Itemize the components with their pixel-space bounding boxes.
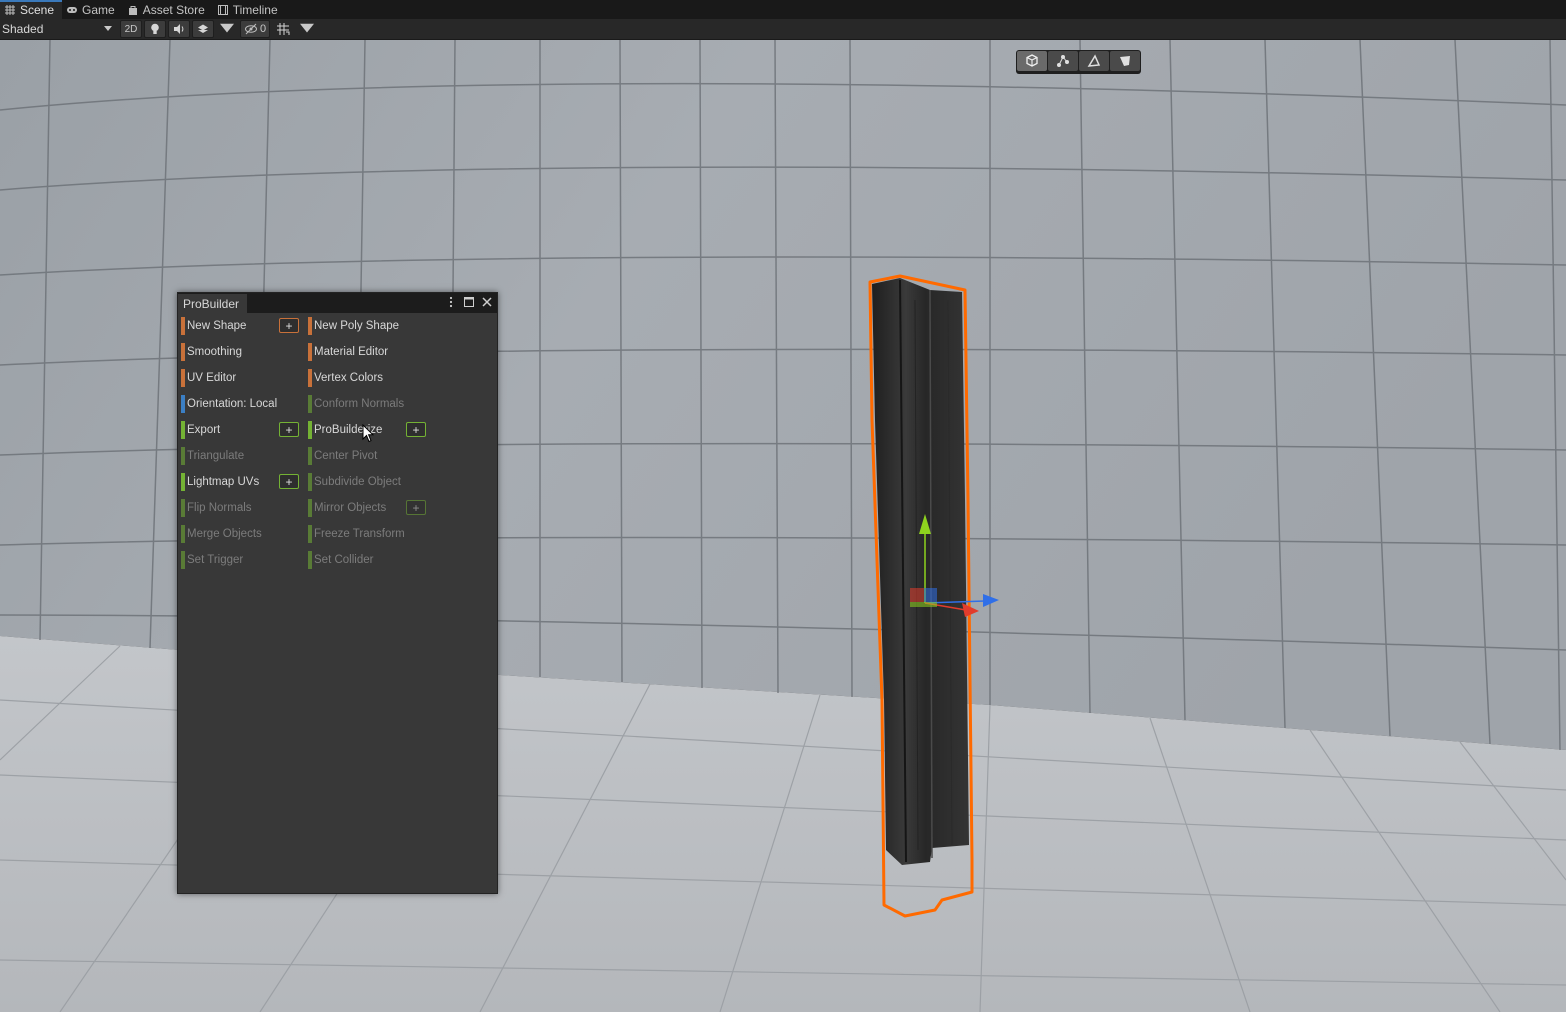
pillar-mesh[interactable] (872, 278, 969, 865)
export-button[interactable]: Export (179, 420, 275, 440)
tab-timeline-label: Timeline (232, 2, 278, 17)
lightmap-uvs-button[interactable]: Lightmap UVs (179, 472, 275, 492)
bag-icon (128, 5, 137, 15)
edge-mode-icon (1087, 54, 1101, 67)
new-poly-shape-button[interactable]: New Poly Shape (306, 316, 402, 336)
layers-icon (198, 24, 208, 33)
export-label: Export (187, 424, 221, 436)
maximize-icon (464, 297, 474, 307)
lightmap-uvs-options-button[interactable]: + (279, 474, 299, 489)
set-trigger-button[interactable]: Set Trigger (179, 550, 275, 570)
eye-hidden-icon (245, 23, 257, 35)
audio-toggle-button[interactable] (168, 20, 190, 38)
close-icon (482, 297, 492, 307)
merge-objects-button[interactable]: Merge Objects (179, 524, 275, 544)
draw-mode-dropdown[interactable]: Shaded (0, 19, 118, 39)
material-editor-button[interactable]: Material Editor (306, 342, 402, 362)
material-editor-label: Material Editor (314, 346, 389, 358)
triangulate-button[interactable]: Triangulate (179, 446, 275, 466)
new-poly-shape-label: New Poly Shape (314, 320, 400, 332)
orientation-local-label: Orientation: Local (187, 398, 278, 410)
probuilder-edit-mode-toolbar (1016, 50, 1141, 74)
set-trigger-label: Set Trigger (187, 554, 244, 566)
mirror-objects-options-button[interactable]: + (406, 500, 426, 515)
vertex-mode-icon (1057, 55, 1069, 67)
tab-game-label: Game (82, 2, 115, 17)
grid-icon (5, 4, 15, 15)
probuilder-tab[interactable]: ProBuilder (178, 294, 248, 313)
subdivide-object-button[interactable]: Subdivide Object (306, 472, 402, 492)
merge-objects-label: Merge Objects (187, 528, 262, 540)
tab-asset-store-label: Asset Store (142, 2, 205, 17)
tab-game[interactable]: Game (62, 0, 123, 19)
new-shape-label: New Shape (187, 320, 247, 332)
tab-asset-store[interactable]: Asset Store (123, 0, 213, 19)
new-shape-button[interactable]: New Shape (179, 316, 275, 336)
toggle-2d-button[interactable]: 2D (120, 20, 142, 38)
gamepad-icon (67, 6, 78, 13)
lightmap-uvs-label: Lightmap UVs (187, 476, 260, 488)
flip-normals-button[interactable]: Flip Normals (179, 498, 275, 518)
close-button[interactable] (481, 295, 493, 309)
effects-toggle-button[interactable] (192, 20, 214, 38)
object-mode-button[interactable] (1017, 51, 1047, 71)
conform-normals-button[interactable]: Conform Normals (306, 394, 405, 414)
vertex-colors-label: Vertex Colors (314, 372, 384, 384)
toggle-2d-label: 2D (124, 23, 138, 35)
speaker-icon (174, 24, 184, 34)
face-mode-icon (1120, 56, 1130, 66)
vertex-colors-button[interactable]: Vertex Colors (306, 368, 402, 388)
uv-editor-button[interactable]: UV Editor (179, 368, 275, 388)
film-icon (217, 4, 228, 15)
center-pivot-button[interactable]: Center Pivot (306, 446, 402, 466)
lightbulb-icon (151, 23, 159, 34)
probuilderize-options-button[interactable]: + (406, 422, 426, 437)
orientation-local-button[interactable]: Orientation: Local (179, 394, 278, 414)
mirror-objects-label: Mirror Objects (314, 502, 387, 514)
grid-dropdown-button[interactable] (296, 20, 318, 38)
smoothing-label: Smoothing (187, 346, 242, 358)
probuilder-window: ProBuilder New Shape + Smoothing UV Editor O… (177, 292, 498, 894)
hidden-count: 0 (260, 23, 267, 35)
draw-mode-label: Shaded (2, 22, 44, 36)
grid-toggle-button[interactable] (272, 20, 294, 38)
conform-normals-label: Conform Normals (314, 398, 405, 410)
chevron-down-icon (220, 23, 234, 33)
maximize-button[interactable] (463, 295, 475, 309)
mouse-cursor-icon (362, 424, 374, 443)
grid-snap-icon (277, 23, 290, 35)
probuilderize-button[interactable]: ProBuilderize (306, 420, 402, 440)
probuilder-titlebar[interactable]: ProBuilder (178, 293, 497, 313)
effects-dropdown-button[interactable] (216, 20, 238, 38)
tab-timeline[interactable]: Timeline (213, 0, 286, 19)
object-mode-icon (1026, 54, 1038, 67)
lighting-toggle-button[interactable] (144, 20, 166, 38)
more-options-button[interactable] (445, 295, 457, 309)
mirror-objects-button[interactable]: Mirror Objects (306, 498, 402, 518)
uv-editor-label: UV Editor (187, 372, 237, 384)
chevron-down-icon (104, 26, 112, 31)
tab-scene-label: Scene (20, 2, 55, 17)
scene-toolbar: Shaded 2D 0 (0, 19, 1566, 40)
subdivide-object-label: Subdivide Object (314, 476, 401, 488)
tab-scene[interactable]: Scene (0, 0, 63, 19)
scene-visibility-button[interactable]: 0 (240, 20, 271, 38)
center-pivot-label: Center Pivot (314, 450, 378, 462)
new-shape-options-button[interactable]: + (279, 318, 299, 333)
export-options-button[interactable]: + (279, 422, 299, 437)
set-collider-label: Set Collider (314, 554, 374, 566)
chevron-down-icon (300, 23, 315, 33)
kebab-menu-icon (449, 296, 453, 308)
flip-normals-label: Flip Normals (187, 502, 252, 514)
edge-mode-button[interactable] (1079, 51, 1109, 71)
vertex-mode-button[interactable] (1048, 51, 1078, 71)
freeze-transform-label: Freeze Transform (314, 528, 405, 540)
freeze-transform-button[interactable]: Freeze Transform (306, 524, 405, 544)
probuilder-title: ProBuilder (183, 296, 240, 311)
smoothing-button[interactable]: Smoothing (179, 342, 275, 362)
set-collider-button[interactable]: Set Collider (306, 550, 402, 570)
editor-tab-strip: Scene Game Asset Store Timeline (0, 0, 1566, 19)
triangulate-label: Triangulate (187, 450, 245, 462)
face-mode-button[interactable] (1110, 51, 1140, 71)
